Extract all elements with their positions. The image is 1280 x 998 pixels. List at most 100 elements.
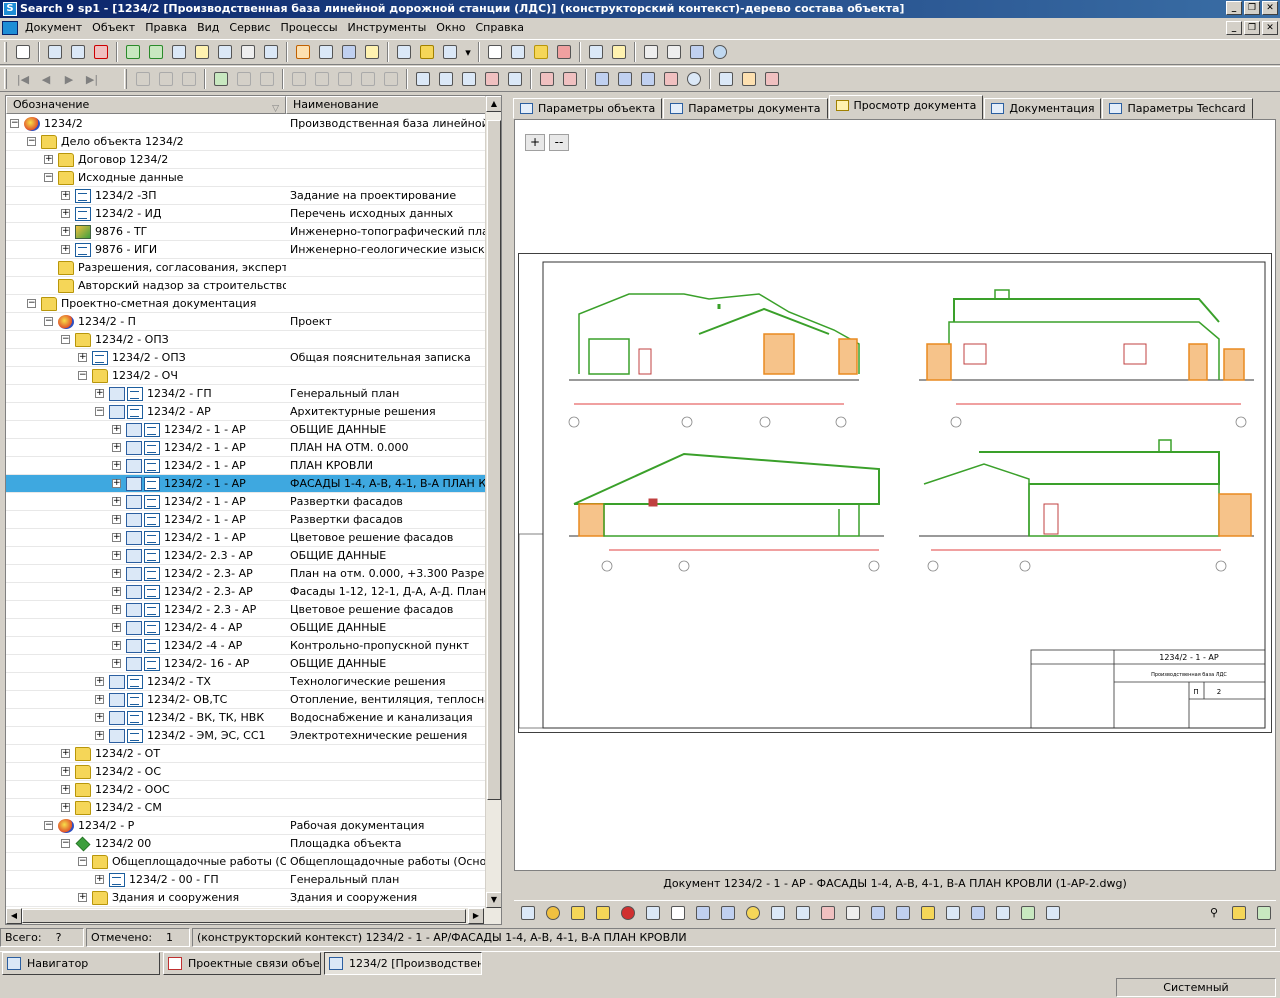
tree-row[interactable]: − 1234/2 - ОЧ <box>6 367 486 385</box>
edit-icon[interactable] <box>191 41 213 63</box>
approve-icon[interactable] <box>361 41 383 63</box>
tree-row[interactable]: − 1234/2 - Р Рабочая документация <box>6 817 486 835</box>
viewer-tool-icon[interactable] <box>866 902 890 924</box>
tab-techcard-parameters[interactable]: Параметры Techcard <box>1102 98 1253 119</box>
scroll-thumb[interactable] <box>487 120 501 800</box>
next-record-icon[interactable]: ▶ <box>58 68 80 90</box>
tree-row[interactable]: − 1234/2 - П Проект <box>6 313 486 331</box>
export-icon[interactable] <box>260 41 282 63</box>
binoculars-icon[interactable]: ⚲ <box>1202 902 1226 924</box>
tree-row[interactable]: +1234/2 - 1 - АР Развертки фасадов <box>6 493 486 511</box>
new-document-icon[interactable] <box>12 41 34 63</box>
viewer-tool-icon[interactable] <box>716 902 740 924</box>
tree-action-icon[interactable] <box>155 68 177 90</box>
tree-row[interactable]: +9876 - ТГ Инженерно-топографический план <box>6 223 486 241</box>
move-up-icon[interactable] <box>210 68 232 90</box>
expand-icon[interactable]: + <box>112 551 121 560</box>
expand-icon[interactable]: + <box>61 209 70 218</box>
sort-desc-icon[interactable] <box>663 41 685 63</box>
insert-row-icon[interactable] <box>435 68 457 90</box>
previous-record-icon[interactable]: ◀ <box>35 68 57 90</box>
document-viewer[interactable]: + -- 1234/2 - 1 - АР Производственная ба… <box>514 119 1276 871</box>
menu-view[interactable]: Вид <box>192 18 224 38</box>
tree-row[interactable]: +1234/2 - 1 - АР ПЛАН КРОВЛИ <box>6 457 486 475</box>
viewer-tool-icon[interactable] <box>1227 902 1251 924</box>
process-icon[interactable] <box>439 41 461 63</box>
report-icon[interactable] <box>715 68 737 90</box>
refresh-icon[interactable] <box>292 41 314 63</box>
zoom-icon[interactable] <box>683 68 705 90</box>
menu-document[interactable]: Документ <box>20 18 87 38</box>
toolbar-gripper[interactable] <box>124 69 127 89</box>
column-header-name[interactable]: Наименование <box>286 96 486 114</box>
viewer-tool-icon[interactable] <box>891 902 915 924</box>
collapse-icon[interactable]: − <box>10 119 19 128</box>
tree-row[interactable]: + Договор 1234/2 <box>6 151 486 169</box>
tree-row[interactable]: − Дело объекта 1234/2 <box>6 133 486 151</box>
tree-row[interactable]: +1234/2 - 2.3 - АР Цветовое решение фасад… <box>6 601 486 619</box>
viewer-tool-icon[interactable] <box>941 902 965 924</box>
tree-action-icon[interactable] <box>311 68 333 90</box>
tree-row[interactable]: − Общеплощадочные работы (Ос... Общеплощад… <box>6 853 486 871</box>
check-out-icon[interactable] <box>145 41 167 63</box>
save-icon[interactable] <box>338 41 360 63</box>
add-icon[interactable] <box>44 41 66 63</box>
collapse-icon[interactable]: − <box>27 299 36 308</box>
card-icon[interactable] <box>507 41 529 63</box>
zoom-out-button[interactable]: -- <box>549 134 569 151</box>
scroll-up-button[interactable]: ▲ <box>486 96 501 112</box>
scroll-thumb[interactable] <box>22 909 466 923</box>
tree-row[interactable]: − Исходные данные <box>6 169 486 187</box>
sort-asc-icon[interactable] <box>640 41 662 63</box>
menu-object[interactable]: Объект <box>87 18 140 38</box>
expand-icon[interactable]: + <box>61 803 70 812</box>
tree-row[interactable]: +1234/2 - ИД Перечень исходных данных <box>6 205 486 223</box>
tree-row[interactable]: +1234/2 - ТХ Технологические решения <box>6 673 486 691</box>
expand-icon[interactable]: + <box>112 461 121 470</box>
tree-link-icon[interactable] <box>637 68 659 90</box>
tree-row[interactable]: Авторский надзор за строительством ... <box>6 277 486 295</box>
viewer-settings-icon[interactable] <box>741 902 765 924</box>
copy-icon[interactable] <box>67 41 89 63</box>
viewer-tool-icon[interactable] <box>841 902 865 924</box>
expand-icon[interactable]: + <box>112 569 121 578</box>
restore-button[interactable]: ❐ <box>1244 1 1260 15</box>
tree-row[interactable]: Разрешения, согласования, экспертиза <box>6 259 486 277</box>
scroll-left-button[interactable]: ◀ <box>6 908 22 924</box>
tree-row[interactable]: +1234/2 - 2.3- АР План на отм. 0.000, +3.… <box>6 565 486 583</box>
tree-row[interactable]: − 1234/2 00 Площадка объекта <box>6 835 486 853</box>
expand-icon[interactable]: + <box>112 479 121 488</box>
tab-document-parameters[interactable]: Параметры документа <box>663 98 828 119</box>
tree-row[interactable]: +1234/2 -4 - АР Контрольно-пропускной пун… <box>6 637 486 655</box>
expand-icon[interactable]: + <box>112 605 121 614</box>
tree-row[interactable]: +1234/2- ОВ,ТС Отопление, вентиляция, теп… <box>6 691 486 709</box>
tree-row[interactable]: +1234/2- 2.3 - АР ОБЩИЕ ДАННЫЕ <box>6 547 486 565</box>
tree-row[interactable]: +1234/2 - 1 - АР Развертки фасадов <box>6 511 486 529</box>
taskbar-project-links[interactable]: Проектные связи объек... <box>163 952 321 975</box>
tree-link-icon[interactable] <box>660 68 682 90</box>
expand-icon[interactable]: + <box>44 155 53 164</box>
collapse-icon[interactable]: − <box>44 173 53 182</box>
check-in-icon[interactable] <box>122 41 144 63</box>
menu-service[interactable]: Сервис <box>224 18 275 38</box>
paste-icon[interactable] <box>393 41 415 63</box>
menu-help[interactable]: Справка <box>471 18 529 38</box>
expand-icon[interactable]: + <box>78 353 87 362</box>
sync-icon[interactable] <box>709 41 731 63</box>
expand-icon[interactable]: + <box>95 713 104 722</box>
expand-icon[interactable]: + <box>95 695 104 704</box>
expand-icon[interactable]: + <box>61 785 70 794</box>
minimize-button[interactable]: _ <box>1226 1 1242 15</box>
viewer-tool-icon[interactable] <box>791 902 815 924</box>
collapse-icon[interactable]: − <box>61 839 70 848</box>
tree-row[interactable]: − 1234/2 - ОПЗ <box>6 331 486 349</box>
tree-action-icon[interactable] <box>288 68 310 90</box>
expand-icon[interactable]: + <box>78 893 87 902</box>
expand-icon[interactable]: + <box>61 227 70 236</box>
viewer-tool-icon[interactable] <box>966 902 990 924</box>
tab-document-preview[interactable]: Просмотр документа <box>828 95 984 119</box>
attach-icon[interactable] <box>559 68 581 90</box>
viewer-tool-icon[interactable] <box>1016 902 1040 924</box>
open-folder-icon[interactable] <box>530 41 552 63</box>
tree-row[interactable]: − Проектно-сметная документация <box>6 295 486 313</box>
